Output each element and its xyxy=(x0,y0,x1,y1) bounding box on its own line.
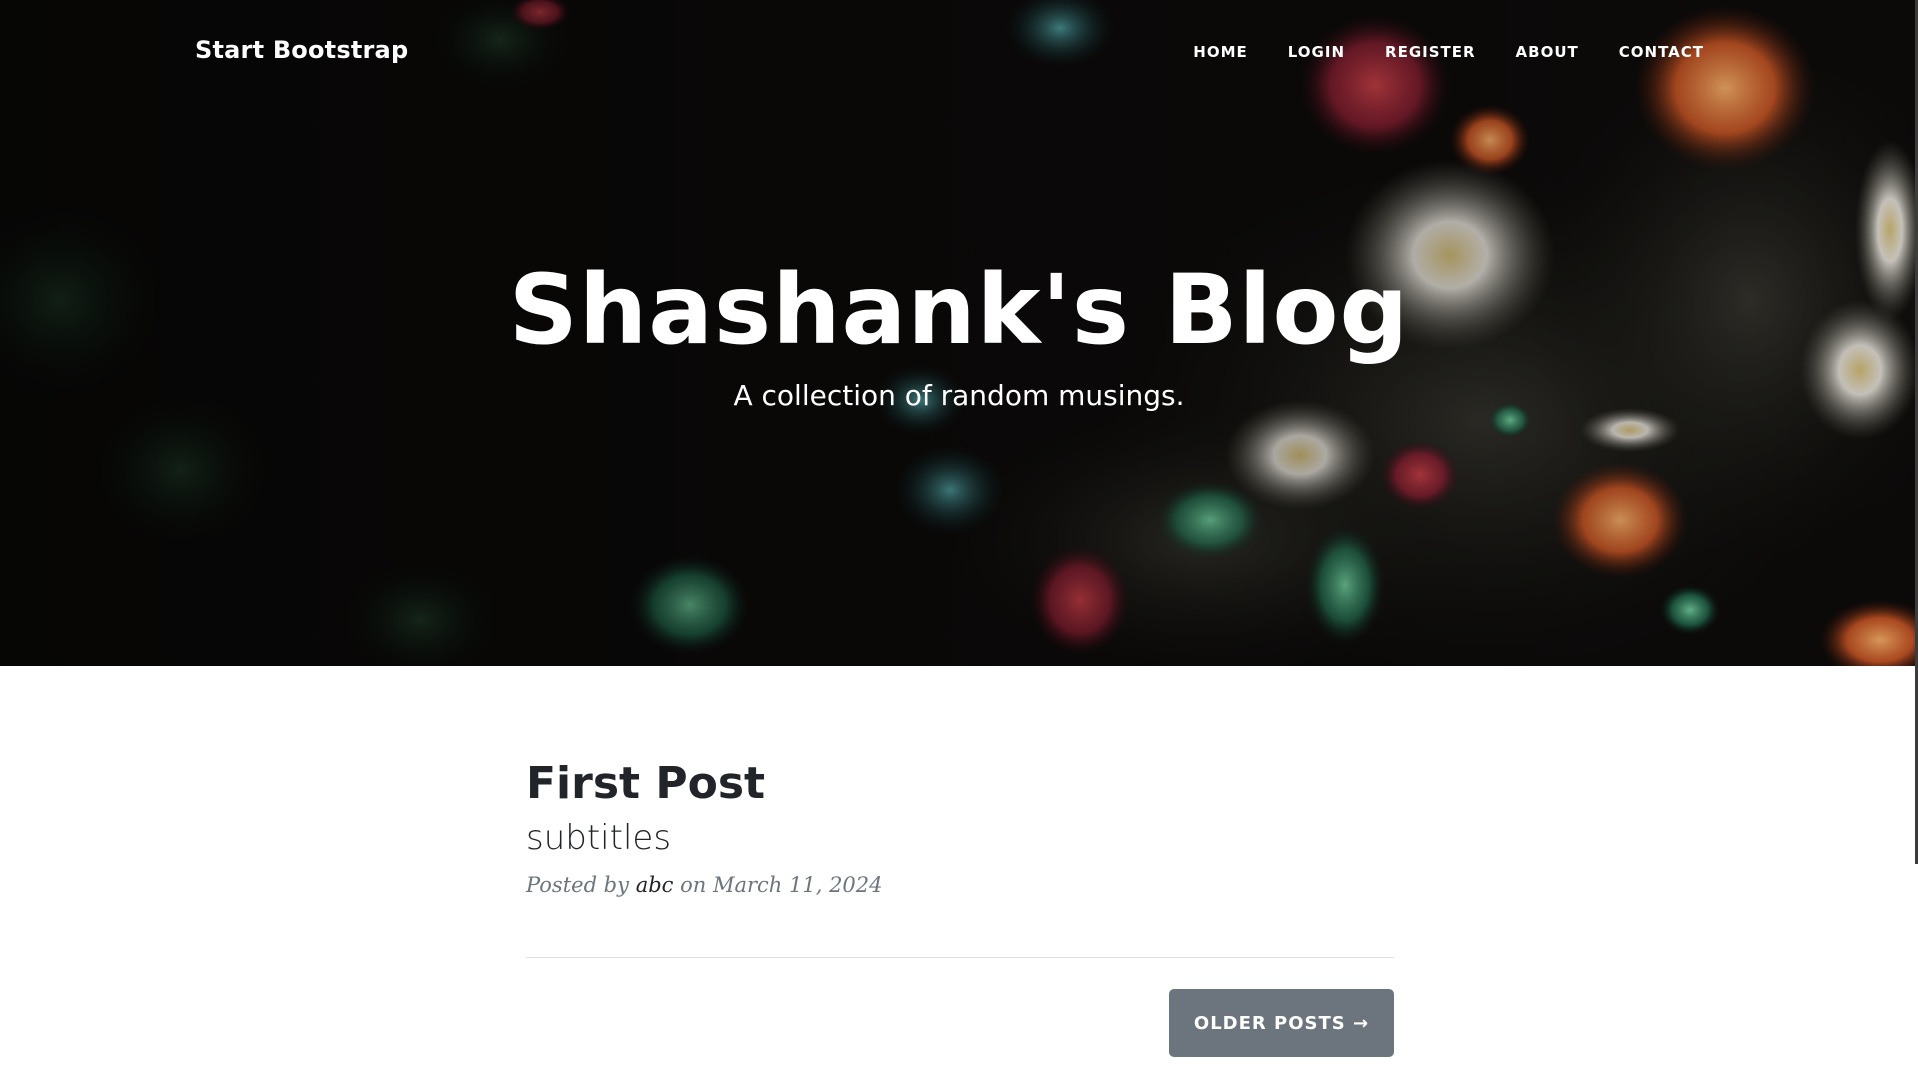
post-list: First Post subtitles Posted by abc on Ma… xyxy=(526,756,1394,1057)
nav-link-home[interactable]: Home xyxy=(1193,43,1247,61)
older-posts-button[interactable]: Older Posts → xyxy=(1169,989,1394,1057)
post-author-link[interactable]: abc xyxy=(636,873,674,897)
post-preview[interactable]: First Post subtitles Posted by abc on Ma… xyxy=(526,756,1394,900)
post-meta-prefix: Posted by xyxy=(526,873,629,897)
nav-link-contact[interactable]: Contact xyxy=(1619,43,1704,61)
post-title[interactable]: First Post xyxy=(526,756,1394,812)
nav-item-about: About xyxy=(1516,42,1579,61)
divider xyxy=(526,957,1394,958)
page: Start Bootstrap Home Login Register Abou… xyxy=(0,0,1918,1078)
navbar: Start Bootstrap Home Login Register Abou… xyxy=(0,0,1918,104)
nav-link-register[interactable]: Register xyxy=(1385,43,1476,61)
nav-link-about[interactable]: About xyxy=(1516,43,1579,61)
nav-item-home: Home xyxy=(1193,42,1247,61)
post-date: March 11, 2024 xyxy=(712,873,883,897)
nav-item-contact: Contact xyxy=(1619,42,1704,61)
post-meta-on: on xyxy=(680,873,707,897)
masthead: Start Bootstrap Home Login Register Abou… xyxy=(0,0,1918,666)
nav-item-register: Register xyxy=(1385,42,1476,61)
post-meta: Posted by abc on March 11, 2024 xyxy=(526,870,1394,900)
nav-item-login: Login xyxy=(1288,42,1345,61)
site-heading: Shashank's Blog A collection of random m… xyxy=(0,250,1918,414)
navbar-brand[interactable]: Start Bootstrap xyxy=(195,36,408,64)
site-subtitle: A collection of random musings. xyxy=(733,379,1185,412)
nav-link-login[interactable]: Login xyxy=(1288,43,1345,61)
nav-links: Home Login Register About Contact xyxy=(1193,42,1704,61)
post-subtitle[interactable]: subtitles xyxy=(526,816,1394,860)
site-title: Shashank's Blog xyxy=(508,254,1410,366)
